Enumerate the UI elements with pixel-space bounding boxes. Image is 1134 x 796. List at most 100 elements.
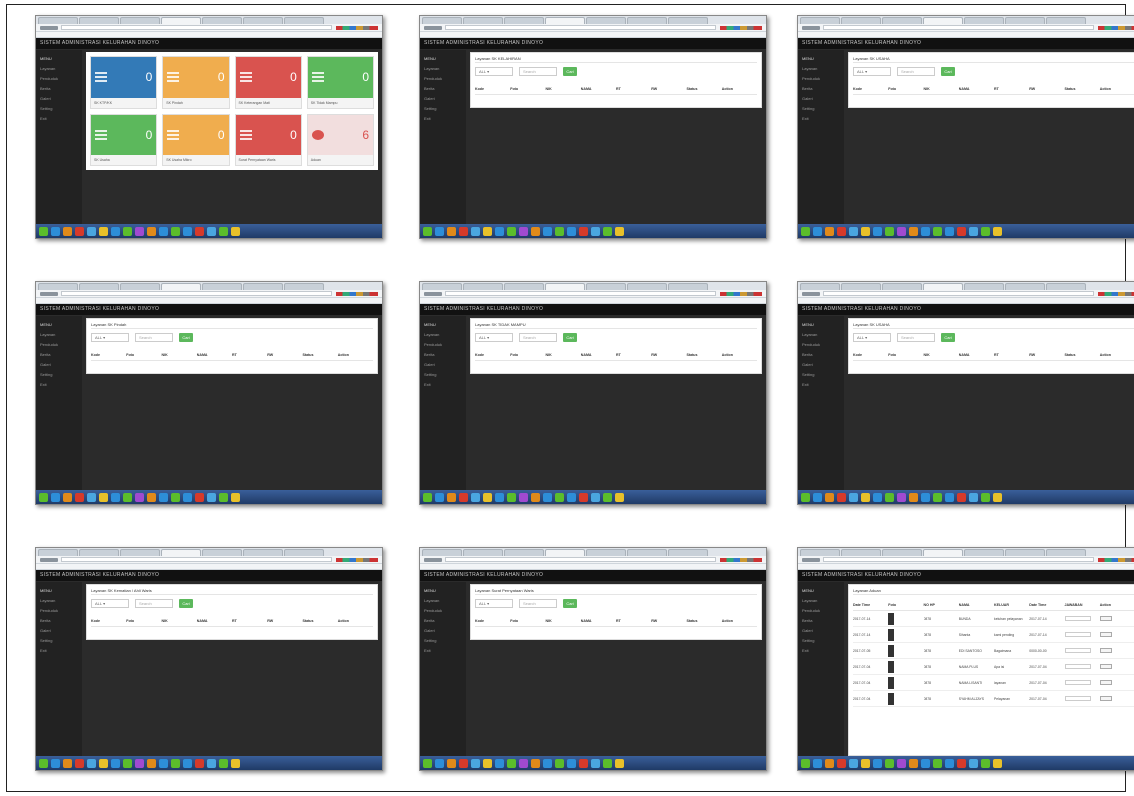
search-button[interactable]: Cari: [563, 66, 577, 76]
search-input[interactable]: Search: [897, 66, 935, 76]
sidebar-item-menu[interactable]: MENU: [420, 54, 466, 64]
taskbar-app-icon[interactable]: [519, 226, 528, 236]
taskbar-app-icon[interactable]: [231, 492, 240, 502]
taskbar-app-icon[interactable]: [945, 226, 954, 236]
answer-input[interactable]: [1064, 664, 1091, 669]
taskbar-app-icon[interactable]: [591, 758, 600, 768]
taskbar-app-icon[interactable]: [957, 226, 966, 236]
taskbar-app-icon[interactable]: [615, 226, 624, 236]
taskbar-app-icon[interactable]: [75, 226, 84, 236]
taskbar-app-icon[interactable]: [471, 758, 480, 768]
extension-icons[interactable]: [720, 557, 762, 562]
tile-link[interactable]: SK KTP/KK: [91, 97, 157, 108]
browser-tab[interactable]: [627, 549, 667, 556]
taskbar-app-icon[interactable]: [981, 226, 990, 236]
browser-tab[interactable]: [38, 283, 78, 290]
sidebar-item-exit[interactable]: Exit: [798, 646, 844, 656]
browser-tab[interactable]: [161, 17, 201, 24]
sidebar-item-menu[interactable]: MENU: [798, 320, 844, 330]
sidebar-item-menu[interactable]: MENU: [36, 586, 82, 596]
status-select[interactable]: ALL ▾: [853, 332, 891, 342]
taskbar-app-icon[interactable]: [993, 758, 1002, 768]
taskbar-app-icon[interactable]: [861, 226, 870, 236]
browser-tab[interactable]: [202, 549, 242, 556]
sidebar-item-exit[interactable]: Exit: [798, 380, 844, 390]
taskbar-app-icon[interactable]: [897, 492, 906, 502]
taskbar-app-icon[interactable]: [543, 492, 552, 502]
taskbar-app-icon[interactable]: [111, 226, 120, 236]
taskbar-app-icon[interactable]: [507, 226, 516, 236]
answer-input[interactable]: [1064, 632, 1091, 637]
taskbar-app-icon[interactable]: [519, 492, 528, 502]
taskbar-app-icon[interactable]: [111, 758, 120, 768]
taskbar-app-icon[interactable]: [195, 758, 204, 768]
browser-tab[interactable]: [627, 283, 667, 290]
taskbar-app-icon[interactable]: [933, 758, 942, 768]
taskbar-app-icon[interactable]: [495, 758, 504, 768]
browser-tab[interactable]: [964, 549, 1004, 556]
browser-tab[interactable]: [243, 17, 283, 24]
taskbar-app-icon[interactable]: [615, 492, 624, 502]
taskbar-app-icon[interactable]: [87, 492, 96, 502]
answer-button[interactable]: [1099, 680, 1112, 685]
browser-tab[interactable]: [800, 283, 840, 290]
sidebar-item-setting[interactable]: Setting: [36, 636, 82, 646]
dashboard-tile[interactable]: 0 SK Tidak Mampu: [306, 56, 374, 109]
taskbar-app-icon[interactable]: [969, 226, 978, 236]
sidebar-item-berita[interactable]: Berita: [420, 84, 466, 94]
sidebar-item-penduduk[interactable]: Penduduk: [420, 74, 466, 84]
sidebar-item-galeri[interactable]: Galeri: [798, 94, 844, 104]
taskbar-app-icon[interactable]: [483, 492, 492, 502]
sidebar-item-penduduk[interactable]: Penduduk: [36, 74, 82, 84]
taskbar-app-icon[interactable]: [39, 492, 48, 502]
taskbar-app-icon[interactable]: [591, 226, 600, 236]
sidebar-item-galeri[interactable]: Galeri: [798, 360, 844, 370]
taskbar-app-icon[interactable]: [933, 226, 942, 236]
taskbar-app-icon[interactable]: [135, 226, 144, 236]
sidebar-item-galeri[interactable]: Galeri: [36, 626, 82, 636]
taskbar-app-icon[interactable]: [909, 226, 918, 236]
dashboard-tile[interactable]: 0 Surat Pernyataan Waris: [234, 113, 302, 166]
browser-tab[interactable]: [120, 17, 160, 24]
taskbar-app-icon[interactable]: [63, 226, 72, 236]
browser-tab[interactable]: [841, 283, 881, 290]
answer-input[interactable]: [1064, 616, 1091, 621]
answer-input[interactable]: [1064, 648, 1091, 653]
browser-tab[interactable]: [463, 549, 503, 556]
taskbar-app-icon[interactable]: [75, 492, 84, 502]
taskbar-app-icon[interactable]: [435, 492, 444, 502]
browser-tab[interactable]: [964, 283, 1004, 290]
nav-buttons-icon[interactable]: [40, 291, 58, 296]
taskbar-app-icon[interactable]: [171, 226, 180, 236]
browser-tab[interactable]: [627, 17, 667, 24]
taskbar-app-icon[interactable]: [207, 758, 216, 768]
answer-input[interactable]: [1064, 696, 1091, 701]
browser-tab[interactable]: [545, 549, 585, 556]
sidebar-item-galeri[interactable]: Galeri: [420, 94, 466, 104]
tile-link[interactable]: SK Tidak Mampu: [307, 97, 373, 108]
taskbar-app-icon[interactable]: [981, 758, 990, 768]
taskbar-app-icon[interactable]: [195, 226, 204, 236]
browser-tab[interactable]: [586, 549, 626, 556]
taskbar-app-icon[interactable]: [423, 226, 432, 236]
sidebar-item-layanan[interactable]: Layanan: [36, 64, 82, 74]
browser-tab[interactable]: [120, 283, 160, 290]
extension-icons[interactable]: [336, 557, 378, 562]
browser-tab[interactable]: [79, 283, 119, 290]
sidebar-item-setting[interactable]: Setting: [36, 104, 82, 114]
extension-icons[interactable]: [720, 25, 762, 30]
taskbar-app-icon[interactable]: [51, 758, 60, 768]
answer-button[interactable]: [1099, 664, 1112, 669]
status-select[interactable]: ALL ▾: [91, 332, 129, 342]
extension-icons[interactable]: [336, 291, 378, 296]
tile-link[interactable]: Aduan: [307, 155, 373, 165]
taskbar-app-icon[interactable]: [957, 492, 966, 502]
status-select[interactable]: ALL ▾: [475, 332, 513, 342]
taskbar-app-icon[interactable]: [171, 758, 180, 768]
sidebar-item-setting[interactable]: Setting: [420, 636, 466, 646]
taskbar-app-icon[interactable]: [849, 758, 858, 768]
taskbar-app-icon[interactable]: [945, 492, 954, 502]
taskbar-app-icon[interactable]: [969, 492, 978, 502]
taskbar-app-icon[interactable]: [507, 492, 516, 502]
taskbar-app-icon[interactable]: [837, 492, 846, 502]
